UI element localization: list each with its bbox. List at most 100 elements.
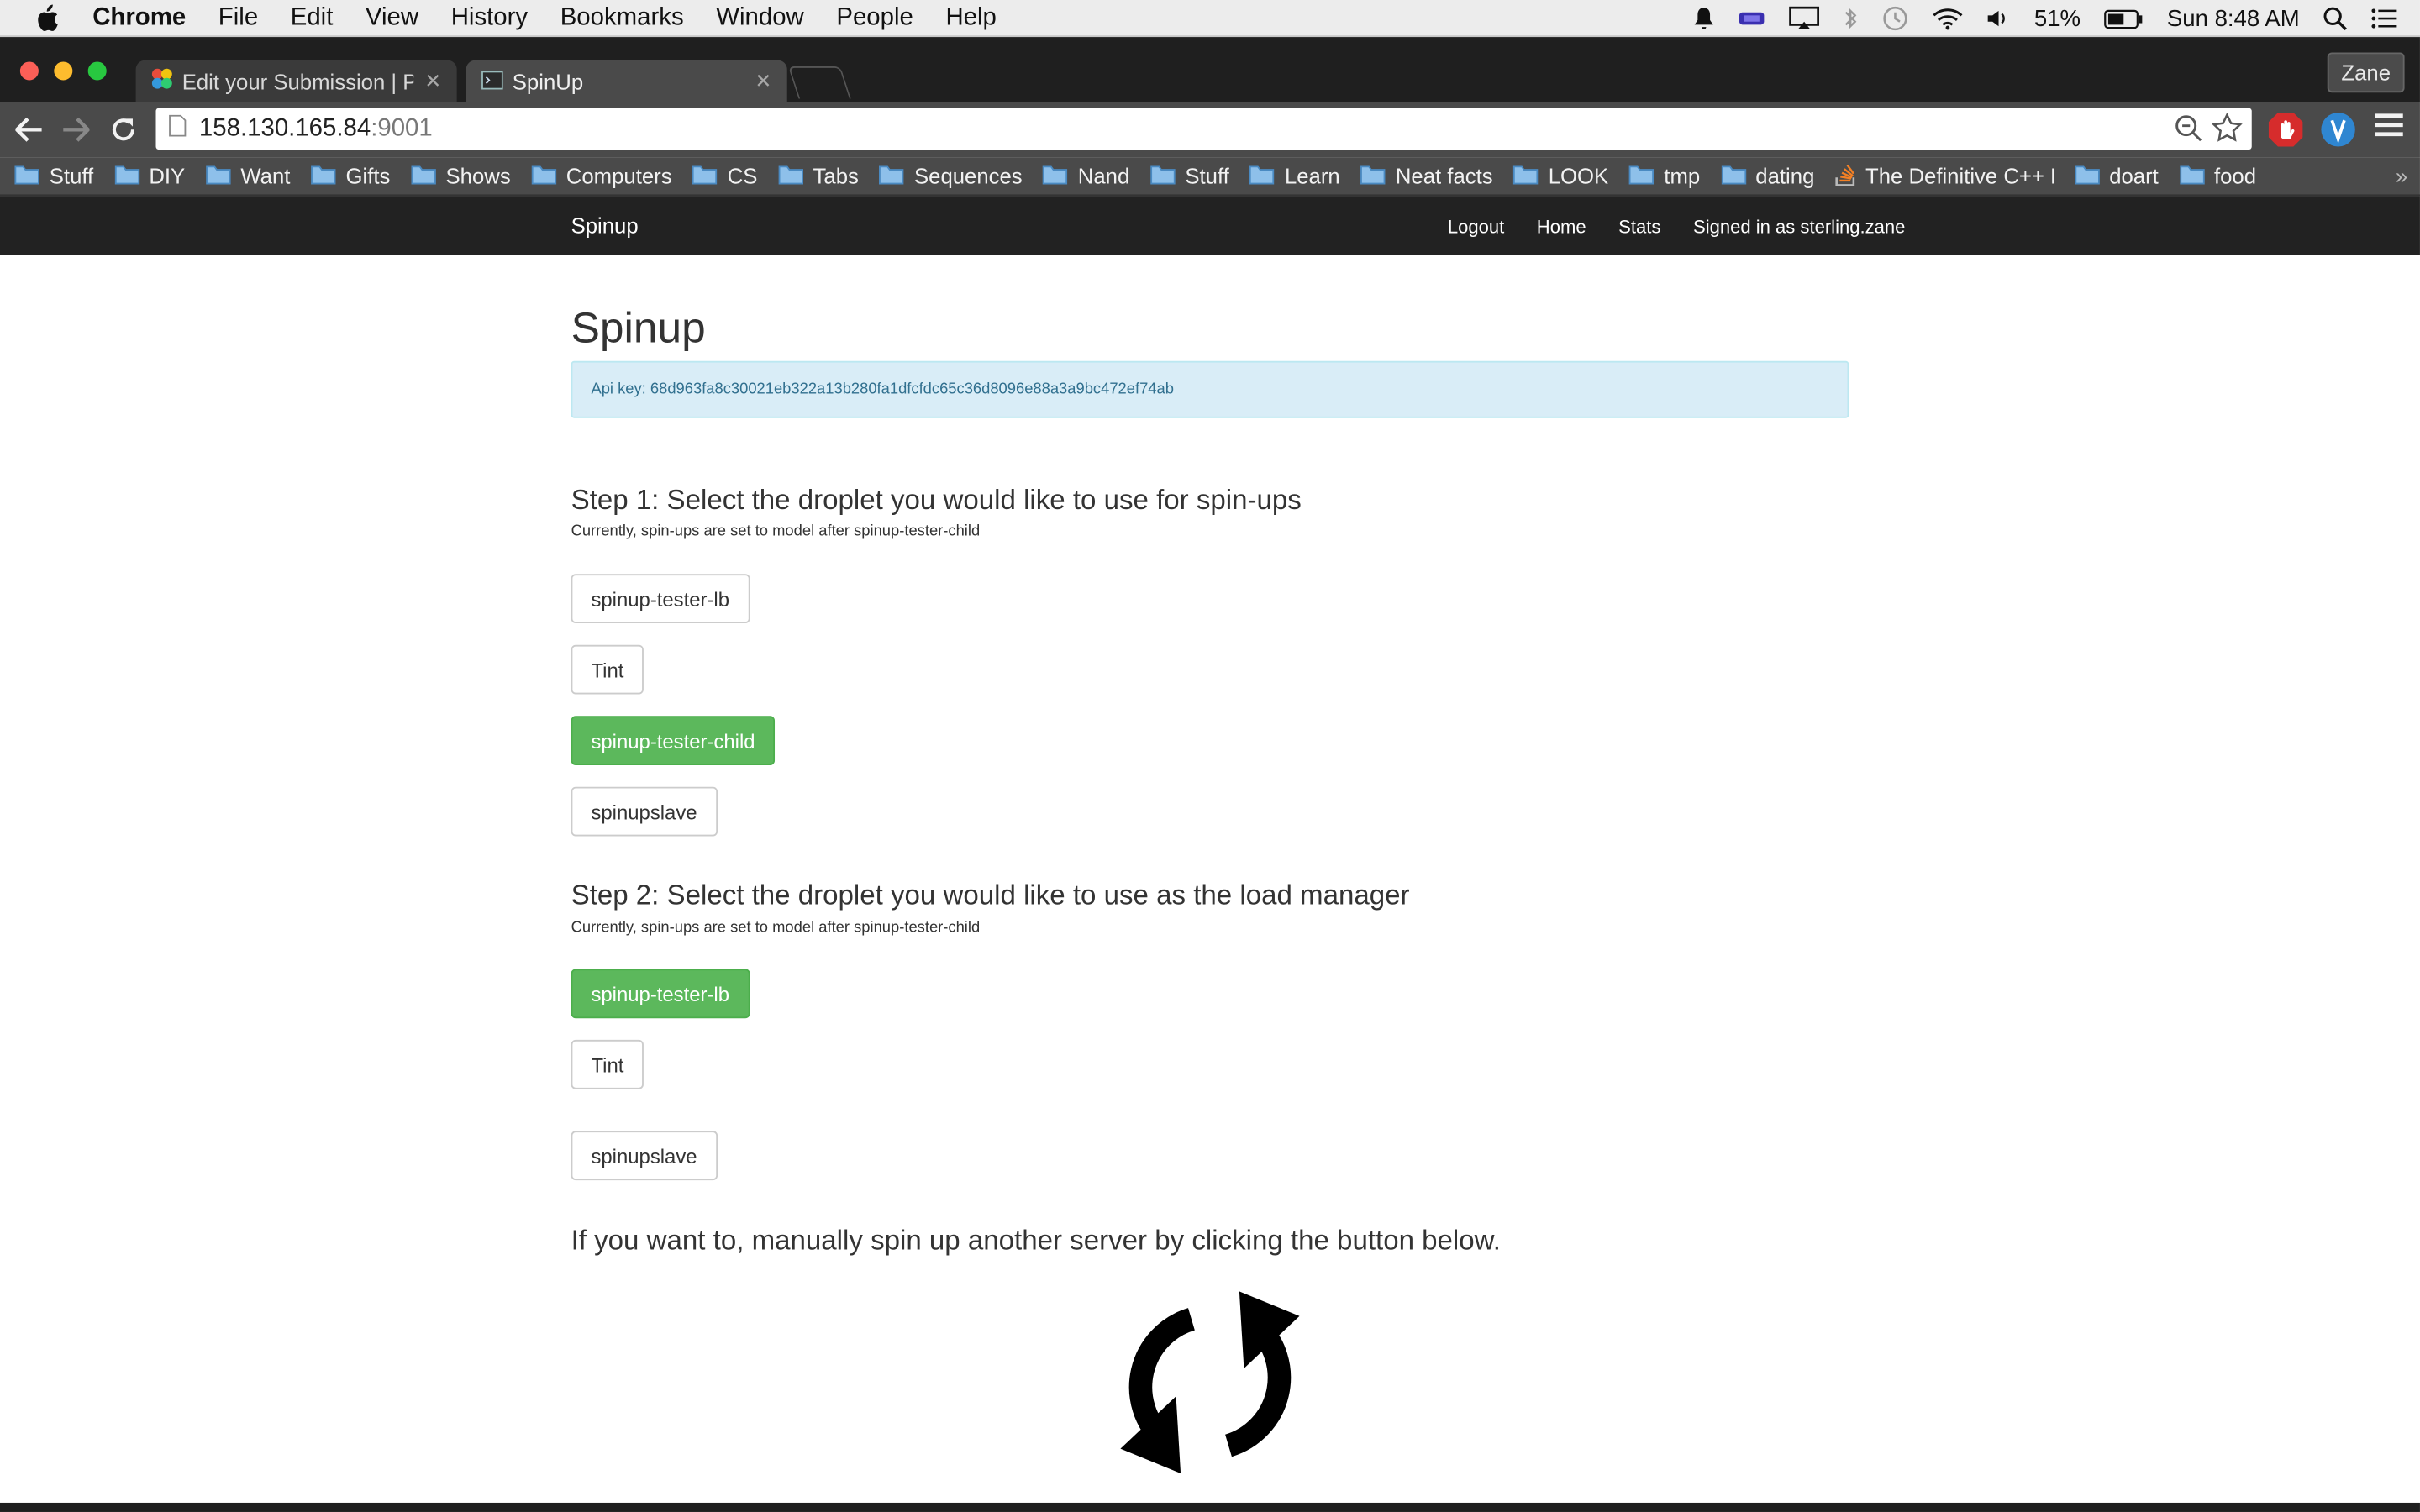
bookmark-label: doart [2109,163,2159,189]
step2-subtext: Currently, spin-ups are set to model aft… [571,919,981,937]
page-icon [168,113,187,144]
zoom-window-button[interactable] [87,61,107,81]
menu-view[interactable]: View [366,4,418,32]
spinup-refresh-button[interactable] [1118,1289,1302,1477]
bookmark-folder[interactable]: Computers [531,163,672,189]
signed-in-label: Signed in as sterling.zane [1693,216,1906,238]
bookmark-folder[interactable]: LOOK [1512,163,1608,189]
bookmark-folder[interactable]: Sequences [879,163,1023,189]
menu-history[interactable]: History [451,4,528,32]
folder-icon [531,163,557,189]
star-icon[interactable] [2211,112,2243,151]
step2-droplet-button[interactable]: spinupslave [571,1131,718,1181]
menu-window[interactable]: Window [716,4,804,32]
folder-icon [14,163,40,189]
site-navbar: Spinup Logout Home Stats Signed in as st… [0,196,2420,255]
menu-file[interactable]: File [218,4,258,32]
bookmark-label: Sequences [913,163,1023,189]
wifi-icon[interactable] [1933,6,1964,30]
step2-droplet-button-selected[interactable]: spinup-tester-lb [571,969,750,1019]
address-bar[interactable]: 158.130.165.84 :9001 [155,108,2252,151]
bookmark-folder[interactable]: food [2179,163,2256,189]
step2-heading: Step 2: Select the droplet you would lik… [571,879,1410,911]
tab-label: Edit your Submission | Pen [182,68,414,94]
bookmark-label: Learn [1284,163,1340,189]
step1-droplet-button-selected[interactable]: spinup-tester-child [571,716,776,766]
zoom-icon[interactable] [2175,114,2202,150]
tab-close-icon[interactable]: ✕ [755,70,771,94]
folder-icon [1628,163,1655,189]
airplay-icon[interactable] [1789,6,1820,30]
tab-close-icon[interactable]: ✕ [424,70,441,94]
close-window-button[interactable] [19,61,39,81]
time-machine-icon[interactable] [1881,5,1909,33]
step1-droplet-button[interactable]: spinupslave [571,786,718,837]
menu-app-name[interactable]: Chrome [92,4,186,32]
bookmark-folder[interactable]: tmp [1628,163,1700,189]
clock[interactable]: Sun 8:48 AM [2167,5,2300,31]
tab-spinup[interactable]: SpinUp ✕ [466,60,787,102]
address-host: 158.130.165.84 [198,114,371,142]
refresh-icon [1120,1291,1300,1474]
bookmark-folder[interactable]: Neat facts [1360,163,1493,189]
bookmarks-overflow-button[interactable]: » [2396,164,2407,188]
bookmark-label: Tabs [813,163,859,189]
bookmark-link[interactable]: The Definitive C++ B [1834,161,2054,191]
nav-stats-link[interactable]: Stats [1618,216,1660,238]
folder-icon [310,163,336,189]
bookmark-folder[interactable]: Gifts [310,163,390,189]
forward-arrow-icon[interactable] [57,111,94,148]
folder-icon [1249,163,1276,189]
menu-bookmarks[interactable]: Bookmarks [560,4,684,32]
nav-logout-link[interactable]: Logout [1448,216,1504,238]
vimium-extension-icon[interactable] [2320,111,2357,148]
step2-droplet-button[interactable]: Tint [571,1039,644,1089]
bookmark-folder[interactable]: Stuff [1150,163,1229,189]
menu-people[interactable]: People [836,4,913,32]
search-icon[interactable] [2323,6,2347,31]
minimize-window-button[interactable] [54,61,73,81]
back-arrow-icon[interactable] [11,111,48,148]
bookmark-folder[interactable]: Nand [1043,163,1129,189]
adblock-extension-icon[interactable] [2267,111,2304,148]
bookmark-folder[interactable]: Want [205,163,290,189]
new-tab-button[interactable] [787,66,851,99]
menu-help[interactable]: Help [945,4,996,32]
bookmark-folder[interactable]: CS [692,163,757,189]
profile-button[interactable]: Zane [2327,52,2405,93]
bookmark-label: Computers [566,163,672,189]
volume-icon[interactable] [1986,8,2011,29]
folder-icon [2074,163,2100,189]
site-brand[interactable]: Spinup [571,213,639,237]
api-key-alert: Api key: 68d963fa8c30021eb322a13b280fa1d… [571,360,1849,418]
reload-icon[interactable] [105,111,142,148]
bookmark-folder[interactable]: doart [2074,163,2159,189]
bookmark-folder[interactable]: DIY [113,163,185,189]
nav-home-link[interactable]: Home [1537,216,1586,238]
bookmark-folder[interactable]: Learn [1249,163,1340,189]
tab-label: SpinUp [512,68,584,94]
folder-icon [410,163,436,189]
folder-icon [205,163,231,189]
step1-droplet-button[interactable]: spinup-tester-lb [571,574,750,624]
list-icon[interactable] [2370,8,2398,29]
menubar-status-area: 51% Sun 8:48 AM [1693,0,2398,37]
apple-icon[interactable] [31,3,62,34]
bluetooth-icon[interactable] [1843,6,1858,30]
bookmark-folder[interactable]: Shows [410,163,511,189]
tab-edit-submission[interactable]: Edit your Submission | Pen ✕ [135,60,457,102]
bell-icon[interactable] [1693,6,1715,30]
tab-strip: Edit your Submission | Pen ✕ SpinUp ✕ Za… [0,37,2420,102]
bookmark-folder[interactable]: Tabs [777,163,859,189]
extension-status-icon[interactable] [1738,8,1765,29]
battery-icon[interactable] [2104,8,2144,29]
bookmark-folder[interactable]: Stuff [14,163,94,189]
bookmark-folder[interactable]: dating [1720,163,1814,189]
menu-edit[interactable]: Edit [291,4,334,32]
bookmark-label: The Definitive C++ B [1865,163,2054,189]
step1-droplet-button[interactable]: Tint [571,644,644,695]
browser-toolbar: 158.130.165.84 :9001 [0,102,2420,158]
bookmark-label: Stuff [49,163,94,189]
bookmark-label: Neat facts [1395,163,1493,189]
menu-icon[interactable] [2372,111,2409,148]
